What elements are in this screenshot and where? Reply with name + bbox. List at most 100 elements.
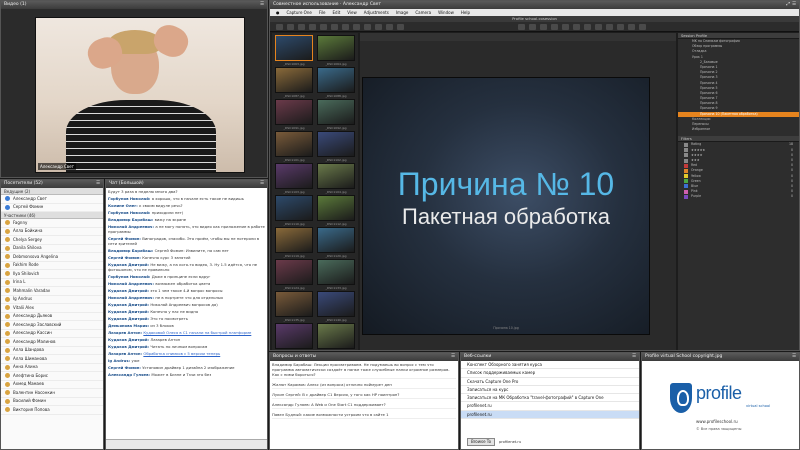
toolbar-tool-icon[interactable] [331, 24, 338, 30]
attendee-row[interactable]: Сергей Фомин [1, 204, 103, 212]
attendee-row[interactable]: Валентин Насонкин [1, 389, 103, 398]
attendee-row[interactable]: Виктория Попова [1, 406, 103, 415]
attendee-row[interactable]: Vitalii Alex [1, 304, 103, 313]
toolbar-tool-icon[interactable] [309, 24, 316, 30]
logo-titlebar[interactable]: Profile virtual School copyright.jpg ☰ [642, 353, 799, 361]
toolbar-tool-icon[interactable] [573, 24, 580, 30]
toolbar-tool-icon[interactable] [551, 24, 558, 30]
image-thumbnail[interactable] [275, 259, 313, 285]
web-link-item[interactable]: Скачать Capture One Pro [461, 378, 639, 386]
attendee-row[interactable]: Debmonsova Angelina [1, 253, 103, 262]
toolbar-tool-icon[interactable] [518, 24, 525, 30]
image-thumbnail[interactable] [317, 163, 355, 189]
attendee-row[interactable]: Mahmalin Varadav [1, 287, 103, 296]
image-thumbnail[interactable] [275, 99, 313, 125]
menu-icon[interactable]: ☰ [451, 354, 455, 359]
chat-link[interactable]: Кудаковой Олеся в С1 начали на быстрой п… [143, 330, 251, 335]
mac-menu-item[interactable]: File [319, 10, 326, 15]
qa-item[interactable]: Лукин Сергей: В с драйвер С1 Версия, у т… [272, 392, 456, 399]
image-thumbnail[interactable] [317, 35, 355, 61]
image-thumbnail[interactable] [317, 195, 355, 221]
apple-icon[interactable]: ● [276, 10, 280, 15]
menu-icon[interactable]: ☰ [260, 181, 264, 186]
mac-menu-item[interactable]: Help [461, 10, 470, 15]
toolbar-tool-icon[interactable] [540, 24, 547, 30]
toolbar-tool-icon[interactable] [375, 24, 382, 30]
mac-menu-item[interactable]: Image [396, 10, 409, 15]
attendee-row[interactable]: Ilya Shilovich [1, 270, 103, 279]
toolbar-tool-icon[interactable] [353, 24, 360, 30]
browse-to-button[interactable]: Browse To [467, 438, 495, 446]
attendee-row[interactable]: Алла Шандова [1, 347, 103, 355]
mac-menu-item[interactable]: Window [438, 10, 454, 15]
toolbar-tool-icon[interactable] [584, 24, 591, 30]
attendees-titlebar[interactable]: Посетители (52) ☰ [1, 180, 103, 188]
share-titlebar[interactable]: Совместное использование · Александр Све… [270, 1, 799, 9]
attendee-row[interactable]: Александр Свет [1, 195, 103, 204]
menu-icon[interactable]: ☰ [632, 354, 636, 359]
image-thumbnail[interactable] [275, 67, 313, 93]
mac-menu-item[interactable]: Camera [415, 10, 431, 15]
attendee-row[interactable]: Алла Бойкина [1, 228, 103, 236]
toolbar-tool-icon[interactable] [276, 24, 283, 30]
toolbar-tool-icon[interactable] [287, 24, 294, 30]
video-pod-titlebar[interactable]: Видео (1) ☰ [1, 1, 267, 9]
links-titlebar[interactable]: Веб-ссылки ☰ [461, 353, 639, 361]
image-thumbnail[interactable] [317, 131, 355, 157]
toolbar-tool-icon[interactable] [298, 24, 305, 30]
collection-item[interactable]: Избранное [678, 127, 799, 132]
chat-link[interactable]: Обработка снимков с 5 версии теперь [143, 351, 220, 356]
mac-menu-item[interactable]: Adjustments [364, 10, 389, 15]
attendee-row[interactable]: Александр Заславский [1, 321, 103, 330]
attendee-row[interactable]: Анна Алина [1, 364, 103, 372]
toolbar-tool-icon[interactable] [364, 24, 371, 30]
mac-menu-item[interactable]: Edit [333, 10, 341, 15]
toolbar-tool-icon[interactable] [628, 24, 635, 30]
attendee-row[interactable]: Irina L [1, 279, 103, 287]
mac-menu-item[interactable]: View [347, 10, 357, 15]
menu-icon[interactable]: ☰ [260, 2, 264, 7]
qa-item[interactable]: Александр Гуляев: А Web и One Start С1 п… [272, 402, 456, 409]
qa-item[interactable]: Владимир Барабаш: Лекции просматриваем. … [272, 362, 456, 379]
attendee-row[interactable]: Алла Шиманова [1, 355, 103, 364]
toolbar-tool-icon[interactable] [639, 24, 646, 30]
qa-item[interactable]: Жалют Карамов: Алекс (из вопроса) отличн… [272, 382, 456, 389]
toolbar-tool-icon[interactable] [386, 24, 393, 30]
web-link-item[interactable]: Список поддерживаемых камер [461, 369, 639, 378]
chat-titlebar[interactable]: Чат (Большой) ☰ [106, 180, 267, 188]
image-thumbnail[interactable] [317, 291, 355, 317]
attendee-row[interactable]: Chelya Sergey [1, 236, 103, 245]
image-thumbnail[interactable] [317, 227, 355, 253]
toolbar-tool-icon[interactable] [562, 24, 569, 30]
toolbar-tool-icon[interactable] [342, 24, 349, 30]
image-thumbnail[interactable] [275, 35, 313, 61]
web-link-item[interactable]: Записаться на курс [461, 386, 639, 395]
toolbar-tool-icon[interactable] [617, 24, 624, 30]
menu-icon[interactable]: ☰ [792, 2, 796, 7]
web-link-item[interactable]: Конспект Обзорного занятия курса [461, 361, 639, 370]
hosts-section-header[interactable]: Ведущие (2) [1, 188, 103, 195]
image-thumbnail[interactable] [275, 291, 313, 317]
image-thumbnail[interactable] [317, 259, 355, 285]
attendee-row[interactable]: Василий Фомин [1, 398, 103, 406]
attendee-row[interactable]: Александр Кассин [1, 330, 103, 338]
attendee-row[interactable]: Fagnny [1, 219, 103, 228]
toolbar-tool-icon[interactable] [397, 24, 404, 30]
image-thumbnail[interactable] [275, 323, 313, 349]
filter-row[interactable]: Purple 0 [678, 194, 799, 199]
attendee-row[interactable]: Fakhim Rode [1, 262, 103, 270]
qa-item[interactable]: Павел Будный: какие возможности устроим … [272, 412, 456, 419]
image-thumbnail[interactable] [275, 195, 313, 221]
toolbar-tool-icon[interactable] [595, 24, 602, 30]
fullscreen-icon[interactable]: ⤢ [786, 2, 790, 7]
attendee-row[interactable]: Ig Andrus [1, 296, 103, 304]
toolbar-tool-icon[interactable] [606, 24, 613, 30]
menu-icon[interactable]: ☰ [792, 354, 796, 359]
attendee-row[interactable]: Алефтина Борис [1, 372, 103, 381]
image-thumbnail[interactable] [317, 67, 355, 93]
image-thumbnail[interactable] [275, 227, 313, 253]
toolbar-tool-icon[interactable] [320, 24, 327, 30]
attendee-row[interactable]: Danila Shilova [1, 245, 103, 253]
toolbar-tool-icon[interactable] [529, 24, 536, 30]
mac-menu-item[interactable]: Capture One [287, 10, 312, 15]
